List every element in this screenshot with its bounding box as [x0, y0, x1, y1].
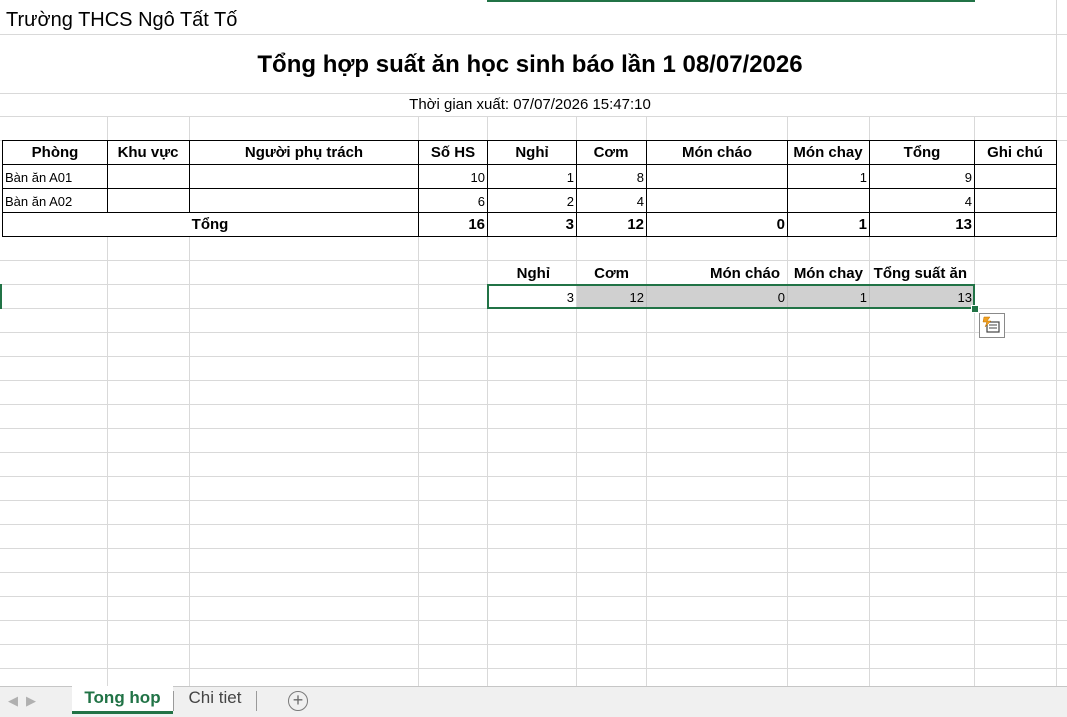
column-header[interactable]: Người phụ trách [245, 145, 363, 160]
table-border [646, 140, 647, 237]
table-border [418, 140, 419, 237]
gridline [0, 668, 1067, 669]
summary-header[interactable]: Món chay [794, 266, 863, 281]
column-header[interactable]: Món chay [793, 145, 862, 160]
arrow-left-icon[interactable]: ◀ [8, 693, 18, 709]
gridline [0, 356, 1067, 357]
total-mon-chay[interactable]: 1 [859, 217, 867, 232]
table-border [869, 140, 870, 237]
export-time: Thời gian xuất: 07/07/2026 15:47:10 [409, 96, 651, 113]
column-header[interactable]: Ghi chú [987, 145, 1043, 160]
gridline [0, 620, 1067, 621]
worksheet-grid[interactable]: Trường THCS Ngô Tất Tố Tổng hợp suất ăn … [0, 0, 1067, 686]
cell-mon-chay[interactable]: 1 [860, 171, 867, 184]
cell-phong[interactable]: Bàn ăn A02 [5, 195, 72, 208]
gridline [0, 332, 1067, 333]
tab-tong-hop[interactable]: Tong hop [72, 686, 173, 714]
column-header[interactable]: Cơm [594, 145, 629, 160]
selection-border [487, 284, 975, 309]
gridline [1056, 0, 1057, 686]
gridline [0, 548, 1067, 549]
gridline [0, 452, 1067, 453]
table-border [2, 140, 1057, 141]
summary-header[interactable]: Nghỉ [517, 266, 550, 281]
tab-separator [256, 691, 257, 711]
column-header[interactable]: Số HS [431, 145, 475, 160]
total-so-hs[interactable]: 16 [468, 217, 485, 232]
table-border [1056, 140, 1057, 237]
table-border [189, 140, 190, 213]
table-border [2, 236, 1057, 237]
row-selection-indicator [0, 284, 2, 309]
quick-analysis-button[interactable] [979, 313, 1005, 338]
table-border [2, 164, 1057, 165]
tab-chi-tiet[interactable]: Chi tiet [175, 687, 255, 713]
fill-handle[interactable] [971, 305, 979, 313]
table-border [2, 140, 3, 237]
column-header[interactable]: Tổng [904, 145, 941, 160]
gridline [0, 428, 1067, 429]
gridline [0, 116, 1067, 117]
sheet-tab-bar: ◀ ▶ Tong hop Chi tiet + [0, 686, 1067, 717]
cell-so-hs[interactable]: 6 [478, 195, 485, 208]
cell-tong[interactable]: 4 [965, 195, 972, 208]
total-com[interactable]: 12 [627, 217, 644, 232]
gridline [0, 260, 1067, 261]
quick-analysis-icon [982, 316, 1002, 335]
gridline [0, 644, 1067, 645]
cell-phong[interactable]: Bàn ăn A01 [5, 171, 72, 184]
summary-header[interactable]: Tổng suất ăn [874, 266, 967, 281]
total-tong[interactable]: 13 [955, 217, 972, 232]
column-header[interactable]: Khu vực [118, 145, 179, 160]
gridline [0, 572, 1067, 573]
cell-so-hs[interactable]: 10 [471, 171, 485, 184]
gridline [0, 380, 1067, 381]
column-header[interactable]: Nghỉ [515, 145, 548, 160]
cell-tong[interactable]: 9 [965, 171, 972, 184]
plus-circle-icon: + [292, 690, 304, 710]
cell-nghi[interactable]: 1 [567, 171, 574, 184]
gridline [0, 404, 1067, 405]
gridline [0, 500, 1067, 501]
column-header[interactable]: Món cháo [682, 145, 752, 160]
table-border [107, 140, 108, 213]
report-title: Tổng hợp suất ăn học sinh báo lần 1 08/0… [257, 51, 803, 78]
arrow-right-icon[interactable]: ▶ [26, 693, 36, 709]
gridline [0, 524, 1067, 525]
table-border [2, 188, 1057, 189]
column-selection-indicator [487, 0, 975, 2]
add-sheet-button[interactable]: + [288, 691, 308, 711]
table-border [974, 140, 975, 237]
total-mon-chao[interactable]: 0 [777, 217, 785, 232]
summary-header[interactable]: Món cháo [710, 266, 780, 281]
gridline [0, 596, 1067, 597]
cell-com[interactable]: 8 [637, 171, 644, 184]
summary-header[interactable]: Cơm [594, 266, 629, 281]
total-nghi[interactable]: 3 [566, 217, 574, 232]
table-border [487, 140, 488, 237]
table-border [787, 140, 788, 237]
gridline [0, 476, 1067, 477]
cell-nghi[interactable]: 2 [567, 195, 574, 208]
total-label[interactable]: Tổng [192, 217, 229, 232]
school-name: Trường THCS Ngô Tất Tố [6, 9, 238, 31]
table-border [576, 140, 577, 237]
tab-separator [173, 691, 174, 711]
table-border [2, 212, 1057, 213]
cell-com[interactable]: 4 [637, 195, 644, 208]
column-header[interactable]: Phòng [32, 145, 79, 160]
